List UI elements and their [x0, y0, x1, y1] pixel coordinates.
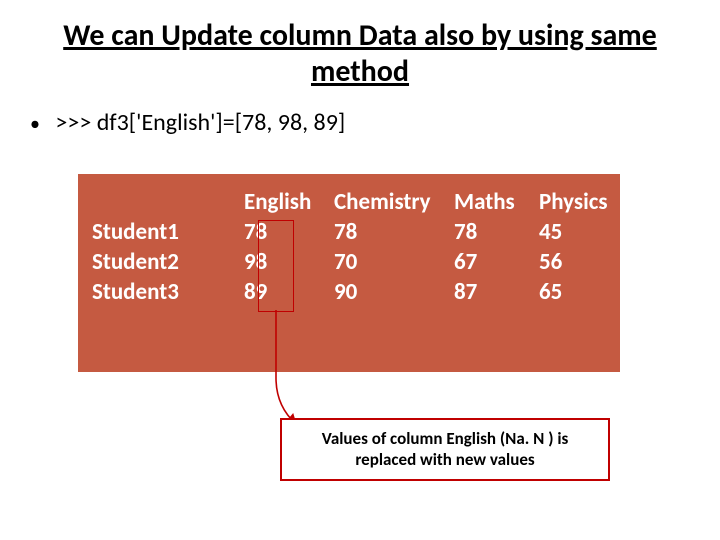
cell-english: 78	[244, 218, 334, 248]
callout-box: Values of column English (Na. N ) is rep…	[280, 418, 610, 481]
col-header-chemistry: Chemistry	[334, 188, 454, 218]
row-label: Student2	[78, 248, 244, 278]
cell-chemistry: 78	[334, 218, 454, 248]
row-label: Student1	[78, 218, 244, 248]
slide-title: We can Update column Data also by using …	[0, 0, 720, 100]
cell-maths: 78	[454, 218, 539, 248]
cell-physics: 65	[539, 278, 619, 308]
code-text: >>> df3['English']=[78, 98, 89]	[55, 108, 345, 137]
col-header-physics: Physics	[539, 188, 619, 218]
table-row: Student2 98 70 67 56	[78, 248, 620, 278]
table-row: Student1 78 78 78 45	[78, 218, 620, 248]
cell-english: 98	[244, 248, 334, 278]
cell-maths: 67	[454, 248, 539, 278]
cell-chemistry: 70	[334, 248, 454, 278]
cell-physics: 56	[539, 248, 619, 278]
cell-physics: 45	[539, 218, 619, 248]
dataframe-output-box: English Chemistry Maths Physics Student1…	[78, 174, 620, 372]
row-label: Student3	[78, 278, 244, 308]
cell-maths: 87	[454, 278, 539, 308]
cell-chemistry: 90	[334, 278, 454, 308]
cell-english: 89	[244, 278, 334, 308]
code-bullet: • >>> df3['English']=[78, 98, 89]	[0, 100, 720, 151]
index-blank	[78, 188, 244, 218]
table-row: Student3 89 90 87 65	[78, 278, 620, 308]
col-header-english: English	[244, 188, 334, 218]
bullet-dot: •	[30, 112, 40, 136]
col-header-maths: Maths	[454, 188, 539, 218]
table-header-row: English Chemistry Maths Physics	[78, 188, 620, 218]
